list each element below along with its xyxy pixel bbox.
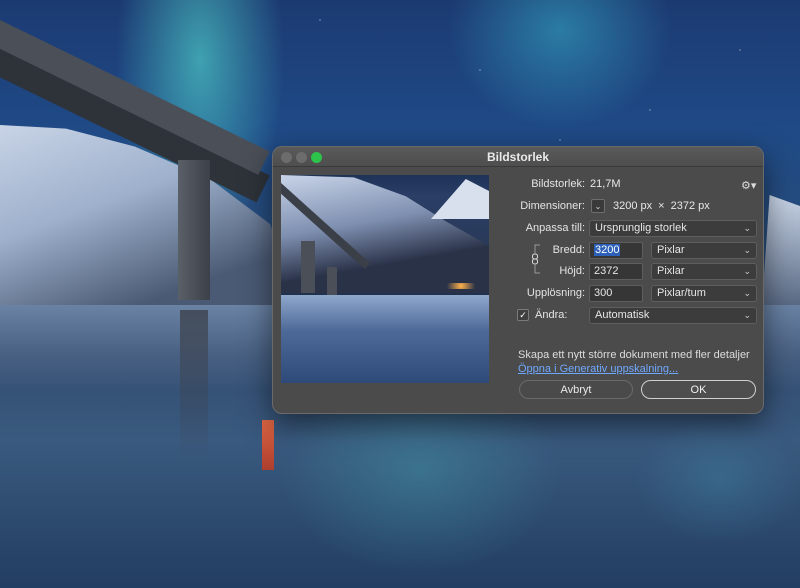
width-unit-value: Pixlar xyxy=(657,244,685,256)
image-size-label: Bildstorlek: xyxy=(531,178,585,190)
dimensions-label: Dimensioner: xyxy=(520,200,585,212)
upscale-info-text: Skapa ett nytt större dokument med fler … xyxy=(518,349,750,361)
image-size-dialog: Bildstorlek Bildstorlek: 21,7M ⚙▾ Dimens… xyxy=(272,146,764,414)
dialog-title: Bildstorlek xyxy=(486,150,549,164)
gear-icon[interactable]: ⚙▾ xyxy=(741,179,756,192)
image-preview[interactable] xyxy=(281,175,489,383)
resolution-value: 300 xyxy=(594,287,613,299)
resample-select[interactable]: Automatisk ⌄ xyxy=(589,306,757,324)
height-unit-select[interactable]: Pixlar ⌄ xyxy=(651,262,757,280)
bridge-pillar xyxy=(178,160,210,300)
checkmark-icon: ✓ xyxy=(519,309,527,320)
ok-button[interactable]: OK xyxy=(641,380,756,399)
generative-upscale-link[interactable]: Öppna i Generativ uppskalning... xyxy=(518,363,678,375)
resample-value: Automatisk xyxy=(595,309,650,321)
chevron-down-icon: ⌄ xyxy=(743,222,751,233)
fit-to-value: Ursprunglig storlek xyxy=(595,222,687,234)
resample-checkbox[interactable]: ✓ xyxy=(517,309,529,321)
chevron-down-icon: ⌄ xyxy=(743,287,751,298)
height-unit-value: Pixlar xyxy=(657,265,685,277)
resolution-unit-select[interactable]: Pixlar/tum ⌄ xyxy=(651,284,757,302)
preview-water xyxy=(281,295,489,383)
preview-mountain-peak xyxy=(431,179,489,219)
resolution-unit-value: Pixlar/tum xyxy=(657,287,706,299)
resolution-label: Upplösning: xyxy=(526,287,585,299)
resample-label: Ändra: xyxy=(535,309,568,321)
height-input[interactable]: 2372 xyxy=(589,262,643,280)
width-input[interactable]: 3200 xyxy=(589,241,643,259)
dimensions-width: 3200 px xyxy=(613,200,653,212)
dimensions-units-chevron-icon[interactable]: ⌄ xyxy=(591,199,605,213)
chevron-down-icon: ⌄ xyxy=(743,265,751,276)
dimensions-separator: × xyxy=(658,200,665,212)
width-unit-select[interactable]: Pixlar ⌄ xyxy=(651,241,757,259)
preview-town-lights xyxy=(441,283,481,289)
dialog-titlebar: Bildstorlek xyxy=(273,147,763,167)
height-value: 2372 xyxy=(594,265,619,277)
fit-to-select[interactable]: Ursprunglig storlek ⌄ xyxy=(589,219,757,237)
resolution-input[interactable]: 300 xyxy=(589,284,643,302)
fit-to-label: Anpassa till: xyxy=(525,222,585,234)
width-label: Bredd: xyxy=(552,244,585,256)
image-size-value: 21,7M xyxy=(590,178,621,190)
width-value: 3200 xyxy=(594,244,621,256)
cancel-button[interactable]: Avbryt xyxy=(519,380,633,399)
chevron-down-icon: ⌄ xyxy=(743,244,751,255)
pillar-reflection xyxy=(180,310,208,460)
preview-pillar-2 xyxy=(327,267,337,295)
dimensions-height: 2372 px xyxy=(670,200,710,212)
height-label: Höjd: xyxy=(559,265,585,277)
light-reflection xyxy=(262,420,274,470)
preview-pillar xyxy=(301,241,315,293)
chevron-down-icon: ⌄ xyxy=(743,309,751,320)
